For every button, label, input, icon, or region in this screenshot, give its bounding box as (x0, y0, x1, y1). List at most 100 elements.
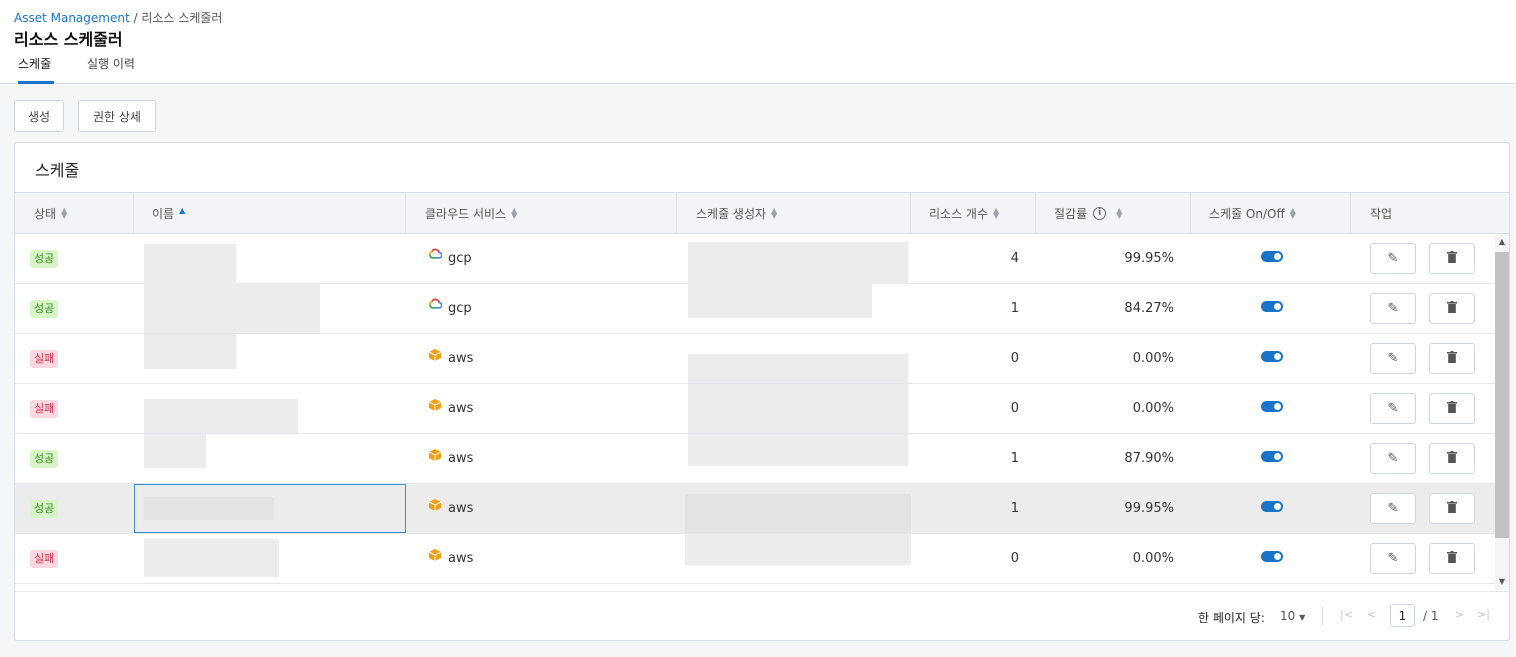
cloud-service-label: gcp (448, 301, 472, 316)
redacted-creator (685, 534, 911, 565)
schedule-toggle[interactable] (1261, 451, 1283, 462)
savings-rate: 87.90% (1124, 451, 1174, 466)
status-badge: 성공 (30, 449, 59, 468)
column-header-count[interactable]: 리소스 개수 ▲ ▼ (929, 193, 999, 233)
schedule-panel: 스케줄 상태▲▼ 이름▲▼ 클라우드 서비스▲▼ 스케줄 생성자▲▼ 리소스 개… (14, 142, 1510, 641)
last-page-icon[interactable]: >| (1477, 608, 1490, 621)
aws-icon (428, 498, 442, 512)
delete-button[interactable] (1429, 493, 1475, 524)
column-header-cloud-label: 클라우드 서비스 (425, 206, 507, 221)
redacted-creator (685, 494, 911, 533)
delete-button[interactable] (1429, 243, 1475, 274)
column-header-creator[interactable]: 스케줄 생성자 ▲ ▼ (696, 193, 777, 233)
aws-icon (428, 348, 442, 362)
savings-rate: 99.95% (1124, 501, 1174, 516)
schedule-toggle[interactable] (1261, 401, 1283, 412)
table-row-selected[interactable]: 성공 aws 1 99.95% ✎ (15, 484, 1495, 534)
aws-icon (428, 448, 442, 462)
next-page-icon[interactable]: > (1455, 608, 1464, 621)
create-button[interactable]: 생성 (14, 100, 64, 132)
current-page-input[interactable]: 1 (1390, 604, 1415, 627)
total-pages: / 1 (1423, 609, 1439, 623)
edit-button[interactable]: ✎ (1370, 393, 1416, 424)
status-badge: 실패 (30, 399, 59, 418)
delete-button[interactable] (1429, 443, 1475, 474)
trash-icon (1447, 300, 1457, 317)
gcp-icon (428, 298, 443, 312)
column-header-status-label: 상태 (34, 206, 57, 221)
column-header-cloud[interactable]: 클라우드 서비스 ▲ ▼ (425, 193, 517, 233)
status-badge: 성공 (30, 499, 59, 518)
delete-button[interactable] (1429, 343, 1475, 374)
tab-execution-history[interactable]: 실행 이력 (87, 54, 135, 84)
resource-count: 1 (1010, 501, 1019, 516)
edit-button[interactable]: ✎ (1370, 443, 1416, 474)
scroll-up-arrow-icon[interactable]: ▲ (1495, 234, 1509, 248)
redacted-name (144, 284, 320, 333)
column-header-onoff-label: 스케줄 On/Off (1209, 206, 1285, 221)
column-header-savings[interactable]: 절감률 i ▲ ▼ (1054, 193, 1122, 233)
edit-button[interactable]: ✎ (1370, 243, 1416, 274)
savings-rate: 0.00% (1132, 551, 1174, 566)
schedule-toggle[interactable] (1261, 501, 1283, 512)
gcp-icon (428, 248, 443, 262)
edit-button[interactable]: ✎ (1370, 343, 1416, 374)
table-row[interactable]: 실패 aws 0 0.00% ✎ (15, 534, 1495, 584)
table-row[interactable]: 실패 aws 0 0.00% ✎ (15, 334, 1495, 384)
delete-button[interactable] (1429, 543, 1475, 574)
column-divider (133, 193, 134, 233)
sort-icon: ▲ ▼ (1116, 206, 1123, 220)
savings-rate: 0.00% (1132, 351, 1174, 366)
permission-detail-button[interactable]: 권한 상세 (78, 100, 156, 132)
info-icon[interactable]: i (1093, 206, 1107, 220)
pencil-icon: ✎ (1387, 301, 1399, 316)
per-page-value: 10 (1280, 609, 1296, 623)
table-row[interactable]: 성공 gcp 4 99.95% ✎ (15, 234, 1495, 284)
per-page-select[interactable]: 10 ▼ (1280, 609, 1305, 623)
sort-icon: ▲ ▼ (61, 206, 68, 220)
table-scrollbar[interactable]: ▲ ▼ (1495, 234, 1509, 590)
redacted-creator (688, 284, 872, 318)
table-row[interactable]: 성공 aws 1 87.90% ✎ (15, 434, 1495, 484)
schedule-toggle[interactable] (1261, 301, 1283, 312)
table-row[interactable]: 성공 gcp 1 84.27% ✎ (15, 284, 1495, 334)
schedule-toggle[interactable] (1261, 351, 1283, 362)
column-divider (1350, 193, 1351, 233)
column-header-count-label: 리소스 개수 (929, 206, 989, 221)
resource-count: 0 (1010, 351, 1019, 366)
redacted-creator (688, 354, 908, 383)
status-badge: 성공 (30, 299, 59, 318)
edit-button[interactable]: ✎ (1370, 493, 1416, 524)
cloud-service-label: aws (448, 351, 474, 366)
schedule-toggle[interactable] (1261, 551, 1283, 562)
pencil-icon: ✎ (1387, 551, 1399, 566)
first-page-icon[interactable]: |< (1340, 608, 1353, 621)
scrollbar-thumb[interactable] (1495, 252, 1509, 538)
sort-icon: ▲ ▼ (993, 206, 1000, 220)
table-row[interactable]: 실패 aws 0 0.00% ✎ (15, 384, 1495, 434)
page-header: Asset Management / 리소스 스케줄러 리소스 스케줄러 스케줄… (0, 0, 1516, 84)
delete-button[interactable] (1429, 293, 1475, 324)
tab-schedule[interactable]: 스케줄 (18, 54, 54, 84)
redacted-creator (688, 242, 908, 284)
cloud-service-label: aws (448, 501, 474, 516)
delete-button[interactable] (1429, 393, 1475, 424)
scroll-down-arrow-icon[interactable]: ▼ (1495, 574, 1509, 588)
column-header-savings-label: 절감률 (1054, 206, 1088, 221)
column-header-onoff[interactable]: 스케줄 On/Off ▲ ▼ (1209, 193, 1296, 233)
breadcrumb-root-link[interactable]: Asset Management (14, 11, 130, 25)
edit-button[interactable]: ✎ (1370, 293, 1416, 324)
resource-count: 1 (1010, 301, 1019, 316)
column-header-status[interactable]: 상태 ▲ ▼ (34, 193, 67, 233)
panel-title: 스케줄 (35, 161, 80, 180)
redacted-creator (688, 434, 908, 466)
schedule-toggle[interactable] (1261, 251, 1283, 262)
pencil-icon: ✎ (1387, 451, 1399, 466)
redacted-name (144, 434, 206, 468)
page-title: 리소스 스케줄러 (14, 30, 123, 49)
cloud-service-label: aws (448, 551, 474, 566)
edit-button[interactable]: ✎ (1370, 543, 1416, 574)
column-header-name[interactable]: 이름 ▲▼ (152, 193, 185, 233)
trash-icon (1447, 250, 1457, 267)
prev-page-icon[interactable]: < (1367, 608, 1376, 621)
